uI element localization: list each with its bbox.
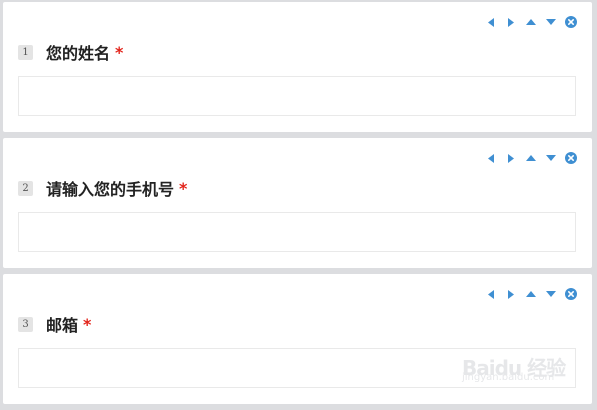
question-label: 请输入您的手机号: [46, 180, 175, 199]
move-right-icon[interactable]: [505, 16, 517, 28]
required-mark: *: [115, 42, 124, 62]
name-input[interactable]: [18, 76, 576, 116]
move-left-icon[interactable]: [485, 16, 497, 28]
question-number: 1: [18, 44, 33, 60]
question-card-3: 3 邮箱 *: [3, 274, 592, 404]
move-down-icon[interactable]: [545, 288, 557, 300]
delete-icon[interactable]: [565, 288, 577, 300]
question-number: 3: [18, 316, 33, 332]
move-right-icon[interactable]: [505, 288, 517, 300]
move-right-icon[interactable]: [505, 152, 517, 164]
move-up-icon[interactable]: [525, 288, 537, 300]
delete-icon[interactable]: [565, 152, 577, 164]
required-mark: *: [179, 178, 188, 198]
email-input[interactable]: [18, 348, 576, 388]
question-title: 1 您的姓名 *: [18, 40, 123, 64]
question-card-1: 1 您的姓名 *: [3, 2, 592, 132]
delete-icon[interactable]: [565, 16, 577, 28]
question-number: 2: [18, 180, 33, 196]
move-down-icon[interactable]: [545, 152, 557, 164]
required-mark: *: [83, 314, 92, 334]
move-left-icon[interactable]: [485, 152, 497, 164]
question-title: 3 邮箱 *: [18, 312, 91, 336]
question-controls: [485, 152, 577, 164]
question-label: 您的姓名: [46, 44, 111, 63]
move-down-icon[interactable]: [545, 16, 557, 28]
question-controls: [485, 16, 577, 28]
question-label: 邮箱: [46, 316, 79, 335]
move-up-icon[interactable]: [525, 152, 537, 164]
question-title: 2 请输入您的手机号 *: [18, 176, 187, 200]
move-left-icon[interactable]: [485, 288, 497, 300]
phone-input[interactable]: [18, 212, 576, 252]
question-card-2: 2 请输入您的手机号 *: [3, 138, 592, 268]
question-controls: [485, 288, 577, 300]
move-up-icon[interactable]: [525, 16, 537, 28]
